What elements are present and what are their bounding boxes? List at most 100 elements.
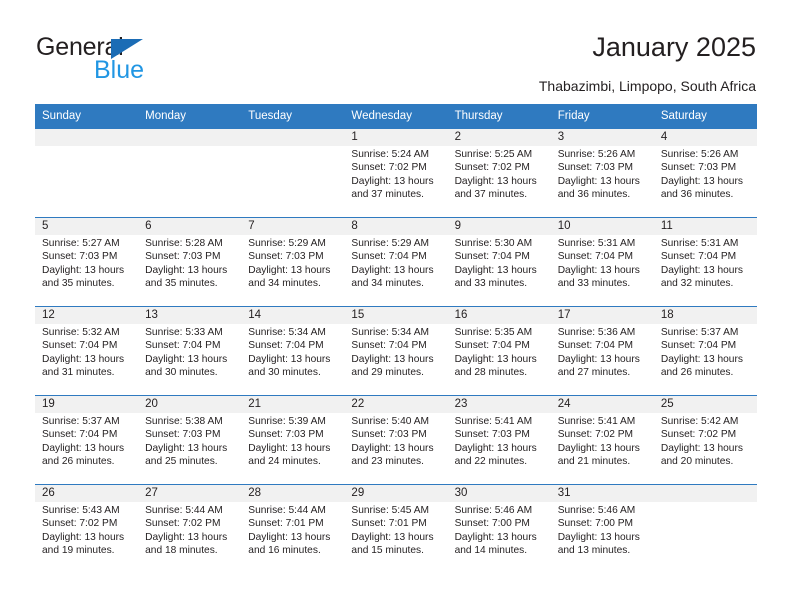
- weekday-header-wednesday: Wednesday: [344, 104, 448, 129]
- day-number: 17: [550, 307, 654, 324]
- calendar-day-cell[interactable]: 9 Sunrise: 5:30 AM Sunset: 7:04 PM Daylight…: [447, 217, 551, 307]
- calendar-day-cell[interactable]: 2 Sunrise: 5:25 AM Sunset: 7:02 PM Daylight…: [447, 128, 551, 218]
- calendar-day-cell[interactable]: 1 Sunrise: 5:24 AM Sunset: 7:02 PM Daylight…: [344, 128, 448, 218]
- page-title: January 2025: [592, 32, 756, 62]
- day-number: [241, 129, 345, 146]
- calendar-day-cell[interactable]: 25 Sunrise: 5:42 AM Sunset: 7:02 PM Dayligh…: [653, 395, 757, 485]
- calendar-day-cell[interactable]: 24 Sunrise: 5:41 AM Sunset: 7:02 PM Dayligh…: [550, 395, 654, 485]
- daylight-text: Daylight: 13 hours and 34 minutes.: [351, 264, 434, 290]
- daylight-text: Daylight: 13 hours and 29 minutes.: [351, 353, 434, 379]
- day-cell-inner: 16 Sunrise: 5:35 AM Sunset: 7:04 PM Dayligh…: [447, 307, 551, 395]
- sunrise-text: Sunrise: 5:30 AM: [454, 238, 533, 249]
- day-number: 31: [550, 485, 654, 502]
- day-cell-inner: 17 Sunrise: 5:36 AM Sunset: 7:04 PM Dayligh…: [550, 307, 654, 395]
- day-cell-inner: 8 Sunrise: 5:29 AM Sunset: 7:04 PM Daylight…: [344, 218, 448, 306]
- day-cell-inner: 1 Sunrise: 5:24 AM Sunset: 7:02 PM Daylight…: [344, 129, 448, 217]
- daylight-text: Daylight: 13 hours and 36 minutes.: [660, 175, 743, 201]
- day-cell-inner: 3 Sunrise: 5:26 AM Sunset: 7:03 PM Daylight…: [550, 129, 654, 217]
- day-sun-info: Sunrise: 5:46 AM Sunset: 7:00 PM Daylight:…: [551, 502, 654, 558]
- calendar-day-cell[interactable]: 27 Sunrise: 5:44 AM Sunset: 7:02 PM Dayligh…: [138, 484, 242, 573]
- day-cell-inner: 13 Sunrise: 5:33 AM Sunset: 7:04 PM Dayligh…: [138, 307, 242, 395]
- sunrise-text: Sunrise: 5:44 AM: [248, 505, 326, 516]
- calendar-day-cell[interactable]: 4 Sunrise: 5:26 AM Sunset: 7:03 PM Daylight…: [653, 128, 757, 218]
- sunset-text: Sunset: 7:03 PM: [248, 429, 324, 441]
- day-number: [35, 129, 139, 146]
- calendar-day-cell[interactable]: 22 Sunrise: 5:40 AM Sunset: 7:03 PM Dayligh…: [344, 395, 448, 485]
- sunset-text: Sunset: 7:00 PM: [557, 518, 634, 530]
- calendar-day-cell[interactable]: 26 Sunrise: 5:43 AM Sunset: 7:02 PM Dayligh…: [35, 484, 139, 573]
- daylight-text: Daylight: 13 hours and 30 minutes.: [145, 353, 228, 379]
- sunset-text: Sunset: 7:03 PM: [557, 162, 634, 174]
- calendar-day-cell[interactable]: 12 Sunrise: 5:32 AM Sunset: 7:04 PM Dayligh…: [35, 306, 139, 396]
- day-number: 6: [138, 218, 242, 235]
- calendar-body: 1 Sunrise: 5:24 AM Sunset: 7:02 PM Daylight…: [35, 128, 757, 573]
- day-cell-inner: 18 Sunrise: 5:37 AM Sunset: 7:04 PM Dayligh…: [653, 307, 757, 395]
- sunrise-text: Sunrise: 5:26 AM: [660, 149, 739, 160]
- calendar-day-cell[interactable]: 11 Sunrise: 5:31 AM Sunset: 7:04 PM Dayligh…: [653, 217, 757, 307]
- sunset-text: Sunset: 7:04 PM: [557, 340, 634, 352]
- page-subtitle: Thabazimbi, Limpopo, South Africa: [538, 78, 756, 94]
- calendar-day-cell[interactable]: 18 Sunrise: 5:37 AM Sunset: 7:04 PM Dayligh…: [653, 306, 757, 396]
- day-cell-inner: 23 Sunrise: 5:41 AM Sunset: 7:03 PM Dayligh…: [447, 396, 551, 484]
- day-number: 24: [550, 396, 654, 413]
- general-blue-logo[interactable]: General Blue: [36, 33, 236, 89]
- calendar-day-cell[interactable]: 23 Sunrise: 5:41 AM Sunset: 7:03 PM Dayligh…: [447, 395, 551, 485]
- calendar-day-cell: [35, 128, 139, 218]
- day-cell-inner: 6 Sunrise: 5:28 AM Sunset: 7:03 PM Daylight…: [138, 218, 242, 306]
- sunset-text: Sunset: 7:03 PM: [145, 429, 221, 441]
- daylight-text: Daylight: 13 hours and 22 minutes.: [454, 442, 537, 468]
- calendar-day-cell[interactable]: 28 Sunrise: 5:44 AM Sunset: 7:01 PM Dayligh…: [241, 484, 345, 573]
- sunrise-text: Sunrise: 5:42 AM: [660, 416, 739, 427]
- day-number: 8: [344, 218, 448, 235]
- sunrise-text: Sunrise: 5:26 AM: [557, 149, 636, 160]
- day-number: 4: [653, 129, 757, 146]
- calendar-day-cell[interactable]: 29 Sunrise: 5:45 AM Sunset: 7:01 PM Dayligh…: [344, 484, 448, 573]
- calendar-day-cell[interactable]: 3 Sunrise: 5:26 AM Sunset: 7:03 PM Daylight…: [550, 128, 654, 218]
- calendar-day-cell[interactable]: 10 Sunrise: 5:31 AM Sunset: 7:04 PM Dayligh…: [550, 217, 654, 307]
- calendar-day-cell[interactable]: 8 Sunrise: 5:29 AM Sunset: 7:04 PM Daylight…: [344, 217, 448, 307]
- calendar-day-cell[interactable]: 7 Sunrise: 5:29 AM Sunset: 7:03 PM Daylight…: [241, 217, 345, 307]
- calendar-day-cell[interactable]: 5 Sunrise: 5:27 AM Sunset: 7:03 PM Daylight…: [35, 217, 139, 307]
- day-number: 22: [344, 396, 448, 413]
- day-number: 15: [344, 307, 448, 324]
- day-cell-inner: 4 Sunrise: 5:26 AM Sunset: 7:03 PM Daylight…: [653, 129, 757, 217]
- sunrise-text: Sunrise: 5:29 AM: [248, 238, 326, 249]
- daylight-text: Daylight: 13 hours and 23 minutes.: [351, 442, 434, 468]
- calendar-day-cell[interactable]: 16 Sunrise: 5:35 AM Sunset: 7:04 PM Dayligh…: [447, 306, 551, 396]
- calendar-day-cell[interactable]: 21 Sunrise: 5:39 AM Sunset: 7:03 PM Dayligh…: [241, 395, 345, 485]
- day-number: 28: [241, 485, 345, 502]
- daylight-text: Daylight: 13 hours and 15 minutes.: [351, 531, 434, 557]
- day-sun-info: Sunrise: 5:40 AM Sunset: 7:03 PM Daylight:…: [344, 413, 447, 469]
- calendar-page: General Blue January 2025 Thabazimbi, Li…: [0, 0, 792, 612]
- weekday-header-friday: Friday: [550, 104, 654, 129]
- daylight-text: Daylight: 13 hours and 26 minutes.: [660, 353, 743, 379]
- day-sun-info: Sunrise: 5:31 AM Sunset: 7:04 PM Daylight:…: [654, 235, 757, 291]
- sunset-text: Sunset: 7:04 PM: [660, 251, 737, 263]
- day-cell-inner: [241, 129, 345, 217]
- day-sun-info: Sunrise: 5:39 AM Sunset: 7:03 PM Daylight:…: [241, 413, 344, 469]
- day-number: 7: [241, 218, 345, 235]
- calendar-day-cell[interactable]: 15 Sunrise: 5:34 AM Sunset: 7:04 PM Dayligh…: [344, 306, 448, 396]
- calendar-day-cell[interactable]: 13 Sunrise: 5:33 AM Sunset: 7:04 PM Dayligh…: [138, 306, 242, 396]
- sunset-text: Sunset: 7:04 PM: [351, 251, 427, 263]
- calendar-header-row: Sunday Monday Tuesday Wednesday Thursday…: [35, 104, 757, 129]
- calendar-day-cell[interactable]: 14 Sunrise: 5:34 AM Sunset: 7:04 PM Dayligh…: [241, 306, 345, 396]
- day-sun-info: Sunrise: 5:29 AM Sunset: 7:03 PM Daylight:…: [241, 235, 344, 291]
- sunrise-text: Sunrise: 5:36 AM: [557, 327, 636, 338]
- calendar-day-cell[interactable]: 30 Sunrise: 5:46 AM Sunset: 7:00 PM Dayligh…: [447, 484, 551, 573]
- day-sun-info: Sunrise: 5:32 AM Sunset: 7:04 PM Daylight:…: [35, 324, 138, 380]
- sunrise-text: Sunrise: 5:37 AM: [660, 327, 739, 338]
- calendar-day-cell: [241, 128, 345, 218]
- day-sun-info: Sunrise: 5:34 AM Sunset: 7:04 PM Daylight:…: [241, 324, 344, 380]
- calendar-day-cell[interactable]: 20 Sunrise: 5:38 AM Sunset: 7:03 PM Dayligh…: [138, 395, 242, 485]
- sunset-text: Sunset: 7:02 PM: [351, 162, 427, 174]
- calendar-day-cell[interactable]: 19 Sunrise: 5:37 AM Sunset: 7:04 PM Dayligh…: [35, 395, 139, 485]
- calendar-day-cell[interactable]: 31 Sunrise: 5:46 AM Sunset: 7:00 PM Dayligh…: [550, 484, 654, 573]
- sunset-text: Sunset: 7:02 PM: [42, 518, 118, 530]
- day-sun-info: Sunrise: 5:35 AM Sunset: 7:04 PM Daylight:…: [448, 324, 551, 380]
- sunset-text: Sunset: 7:03 PM: [42, 251, 118, 263]
- day-number: 29: [344, 485, 448, 502]
- calendar-day-cell[interactable]: 6 Sunrise: 5:28 AM Sunset: 7:03 PM Daylight…: [138, 217, 242, 307]
- sunrise-text: Sunrise: 5:27 AM: [42, 238, 120, 249]
- calendar-day-cell[interactable]: 17 Sunrise: 5:36 AM Sunset: 7:04 PM Dayligh…: [550, 306, 654, 396]
